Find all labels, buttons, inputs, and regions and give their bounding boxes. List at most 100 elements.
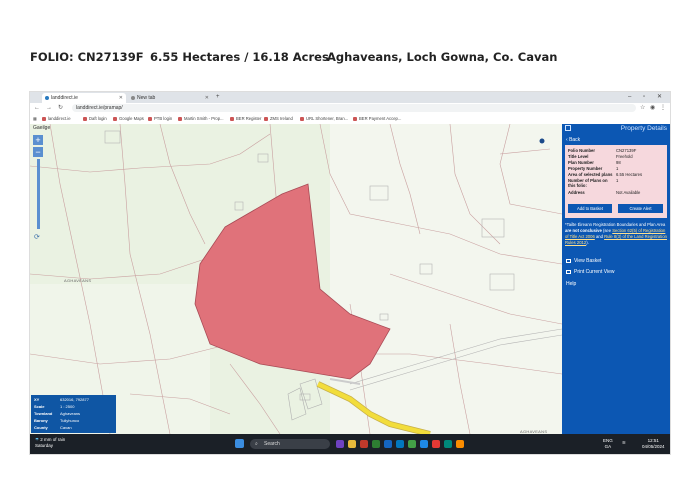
- tab-landdirect[interactable]: landdirect.ie ✕: [42, 93, 126, 103]
- close-tab-icon[interactable]: ✕: [119, 93, 123, 103]
- date-text: 04/05/2024: [642, 444, 665, 449]
- infobox-key: Barony: [34, 418, 48, 423]
- maximize-icon[interactable]: ▫: [643, 92, 645, 103]
- bookmark-item[interactable]: ZMS Ireland: [264, 114, 293, 124]
- print-icon: [566, 269, 571, 274]
- infobox-row: XY 632016, 792877: [34, 397, 114, 402]
- bookmark-icon: [113, 116, 117, 121]
- zoom-in-button[interactable]: +: [33, 135, 43, 145]
- infobox-row: Scale 1 : 2500: [34, 404, 114, 409]
- bookmark-label: Martin Smith - Prop...: [184, 116, 224, 121]
- print-view-link[interactable]: Print Current View: [566, 269, 614, 275]
- bookmark-label: URL Shortener, Bran...: [306, 116, 349, 121]
- note-text: (see: [601, 228, 613, 233]
- weather-text: 2 mm of rain: [40, 437, 66, 442]
- outlook-icon[interactable]: [420, 440, 428, 448]
- create-alert-button[interactable]: Create Alert: [618, 204, 663, 213]
- close-tab-icon[interactable]: ✕: [205, 93, 209, 103]
- add-to-basket-button[interactable]: Add to Basket: [568, 204, 612, 213]
- bookmark-label: landdirect.ie: [48, 116, 71, 121]
- search-icon: ⌕: [255, 441, 258, 447]
- zoom-out-button[interactable]: −: [33, 147, 43, 157]
- bookmark-label: Daft login: [89, 116, 107, 121]
- infobox-key: County: [34, 425, 48, 430]
- bookmark-icon: [230, 116, 234, 121]
- bookmark-icon: [264, 116, 268, 121]
- note-bold: are not conclusive: [565, 228, 602, 233]
- bookmark-item[interactable]: Google Maps: [113, 114, 144, 124]
- profile-icon[interactable]: ◉: [650, 103, 655, 114]
- window-close-icon[interactable]: ✕: [657, 92, 662, 103]
- language-indicator[interactable]: ENG GA: [603, 438, 613, 450]
- language-link[interactable]: Gaeilge: [33, 125, 50, 131]
- infobox-value: 1 : 2500: [60, 404, 75, 409]
- bookmark-item[interactable]: Martin Smith - Prop...: [178, 114, 224, 124]
- wifi-icon[interactable]: ≋: [622, 440, 626, 446]
- taskbar-search[interactable]: ⌕ Search: [250, 439, 330, 449]
- disclaimer-note: *Tailte Éireann Registration Boundaries …: [565, 222, 667, 246]
- file-explorer-icon[interactable]: [348, 440, 356, 448]
- detail-key: Area of selected plans: [568, 172, 613, 177]
- basket-icon: [566, 258, 571, 263]
- folio-number: FOLIO: CN27139F: [30, 50, 144, 64]
- map-view[interactable]: Gaeilge + − ⟳ AGHAVEANS AGHAVEANS XY 6320…: [30, 124, 562, 434]
- bookmark-label: PTB login: [154, 116, 173, 121]
- detail-value: Freehold: [616, 154, 633, 159]
- location-marker-icon[interactable]: [539, 138, 545, 144]
- star-icon[interactable]: ☆: [640, 103, 645, 114]
- minimize-icon[interactable]: –: [628, 92, 631, 103]
- detail-value: CN27139F: [616, 148, 637, 153]
- bookmark-item[interactable]: URL Shortener, Bran...: [300, 114, 348, 124]
- infobox-key: XY: [34, 397, 40, 402]
- mail-icon[interactable]: [384, 440, 392, 448]
- app-icon[interactable]: [456, 440, 464, 448]
- windows-start-icon[interactable]: [235, 439, 244, 448]
- zoom-slider[interactable]: [37, 159, 40, 229]
- help-link[interactable]: Help: [566, 281, 576, 287]
- back-link[interactable]: ‹ Back: [566, 137, 580, 143]
- app-icon[interactable]: [432, 440, 440, 448]
- bookmark-label: Google Maps: [119, 116, 144, 121]
- chrome-icon[interactable]: [408, 440, 416, 448]
- edge-icon[interactable]: [396, 440, 404, 448]
- bookmark-item[interactable]: landdirect.ie: [42, 114, 71, 124]
- apps-icon[interactable]: ▦: [33, 114, 37, 124]
- property-details-panel: Property Details ‹ Back Folio Number CN27…: [562, 124, 670, 434]
- app-icon[interactable]: [444, 440, 452, 448]
- infobox-key: Townland: [34, 411, 53, 416]
- back-arrow-icon[interactable]: ←: [34, 103, 40, 114]
- document-header: FOLIO: CN27139F 6.55 Hectares / 16.18 Ac…: [0, 50, 700, 66]
- detail-value: 6.55 Hectares: [616, 172, 643, 177]
- bookmark-label: ZMS Ireland: [270, 116, 293, 121]
- lang-region: GA: [604, 444, 612, 449]
- detail-key: Plan Number: [568, 160, 594, 165]
- map-canvas[interactable]: [30, 124, 562, 434]
- area-text: 6.55 Hectares / 16.18 Acres: [150, 50, 329, 64]
- bookmark-item[interactable]: BER Register: [230, 114, 261, 124]
- app-icon[interactable]: [360, 440, 368, 448]
- task-view-icon[interactable]: [336, 440, 344, 448]
- reload-icon[interactable]: ↻: [58, 103, 63, 114]
- tab-label: New tab: [137, 95, 156, 101]
- url-field[interactable]: landdirect.ie/pramap/: [72, 104, 636, 112]
- menu-icon[interactable]: ⋮: [660, 103, 666, 114]
- detail-value: 1: [616, 178, 619, 183]
- bookmark-item[interactable]: Daft login: [83, 114, 107, 124]
- forward-arrow-icon[interactable]: →: [46, 103, 52, 114]
- new-tab-button[interactable]: +: [216, 92, 220, 103]
- location-text: Aghaveans, Loch Gowna, Co. Cavan: [327, 50, 558, 64]
- tab-bar: landdirect.ie ✕ New tab ✕ + – ▫ ✕: [30, 92, 670, 103]
- refresh-map-icon[interactable]: ⟳: [34, 233, 40, 241]
- tab-new[interactable]: New tab ✕: [128, 93, 212, 103]
- townland-label: AGHAVEANS: [64, 278, 92, 283]
- bookmark-item[interactable]: BER Payment Accep...: [353, 114, 401, 124]
- view-basket-link[interactable]: View Basket: [566, 258, 601, 264]
- clock[interactable]: 12:51 04/05/2024: [642, 438, 665, 450]
- bookmark-icon: [300, 116, 304, 121]
- note-text: *Tailte Éireann Registration Boundaries …: [565, 222, 666, 227]
- infobox-row: Barony Tullyhunco: [34, 418, 114, 423]
- bookmark-item[interactable]: PTB login: [148, 114, 172, 124]
- app-icon[interactable]: [372, 440, 380, 448]
- weather-widget[interactable]: ☂ 2 mm of rain Saturday: [35, 437, 65, 449]
- infobox-value: Cavan: [60, 425, 72, 430]
